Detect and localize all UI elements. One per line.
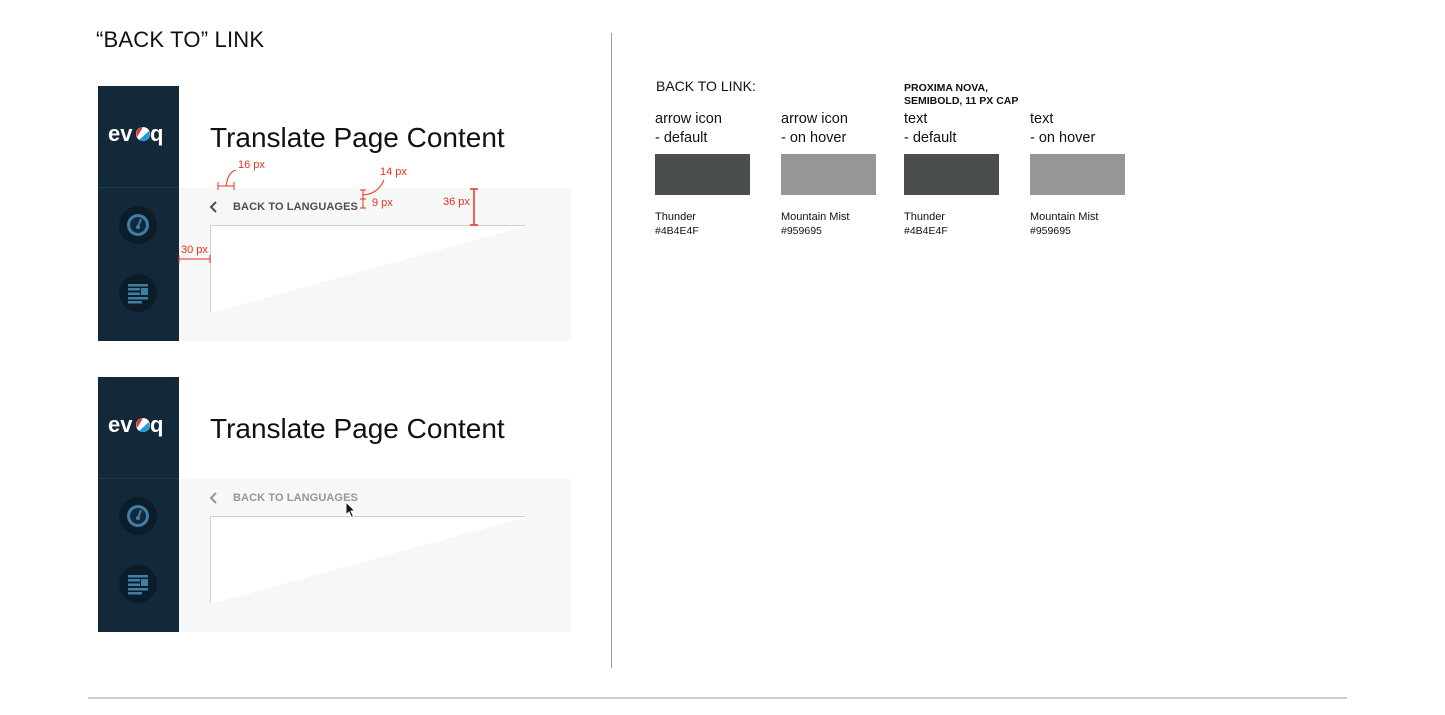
back-link-label: BACK TO LANGUAGES xyxy=(233,201,358,213)
swatch-label-line1: text xyxy=(904,111,928,127)
color-chip xyxy=(1030,154,1125,195)
chevron-left-icon xyxy=(209,492,217,504)
color-name: Mountain Mist xyxy=(781,211,850,223)
svg-text:q: q xyxy=(150,413,163,437)
content-area: BACK TO LANGUAGES xyxy=(179,479,571,632)
page-title: Translate Page Content xyxy=(210,122,505,153)
color-name: Thunder xyxy=(655,211,696,223)
gauge-icon xyxy=(127,505,149,527)
section-title: “BACK TO” LINK xyxy=(96,27,265,52)
swatch-label-line2: - on hover xyxy=(781,130,847,146)
dashboard-button[interactable] xyxy=(119,497,157,535)
page-title: Translate Page Content xyxy=(210,413,505,444)
evoq-logo: ev q xyxy=(108,413,163,437)
annotation-row-height: 36 px xyxy=(443,196,470,208)
annotation-arrow-height: 9 px xyxy=(372,197,393,209)
svg-text:ev: ev xyxy=(108,413,133,437)
color-hex: #4B4E4F xyxy=(904,225,948,237)
swatch-label-line1: text xyxy=(1030,111,1054,127)
sidebar: ev q xyxy=(98,377,179,632)
swatch-label-line2: - default xyxy=(655,130,708,146)
swatch-text-hover: text - on hover Mountain Mist #959695 xyxy=(1030,110,1126,238)
swatch-label-line1: arrow icon xyxy=(655,111,722,127)
font-note-line2: SEMIBOLD, 11 PX CAP xyxy=(904,95,1019,107)
swatch-arrow-default: arrow icon - default Thunder #4B4E4F xyxy=(655,110,751,238)
color-hex: #4B4E4F xyxy=(655,225,699,237)
color-name: Mountain Mist xyxy=(1030,211,1099,223)
color-chip xyxy=(781,154,876,195)
font-note: PROXIMA NOVA, SEMIBOLD, 11 PX CAP xyxy=(904,82,1018,108)
content-list-icon xyxy=(128,575,148,595)
content-list-icon xyxy=(128,284,148,304)
evoq-logo: ev q xyxy=(108,122,163,146)
spec-title: BACK TO LINK: xyxy=(656,78,756,94)
svg-text:ev: ev xyxy=(108,122,133,146)
swatch-text-default: text - default Thunder #4B4E4F xyxy=(904,110,1000,238)
color-chip xyxy=(904,154,999,195)
content-panel xyxy=(210,225,525,312)
back-to-languages-link[interactable]: BACK TO LANGUAGES xyxy=(209,489,358,507)
color-hex: #959695 xyxy=(1030,225,1071,237)
content-area: BACK TO LANGUAGES xyxy=(179,188,571,341)
back-link-label: BACK TO LANGUAGES xyxy=(233,492,358,504)
dashboard-button[interactable] xyxy=(119,206,157,244)
color-chip xyxy=(655,154,750,195)
swatch-label-line2: - default xyxy=(904,130,957,146)
swatch-label-line1: arrow icon xyxy=(781,111,848,127)
color-hex: #959695 xyxy=(781,225,822,237)
annotation-cap-height: 14 px xyxy=(380,166,407,178)
mouse-cursor-icon xyxy=(345,501,357,519)
annotation-left-padding: 16 px xyxy=(238,159,265,171)
content-button[interactable] xyxy=(119,274,157,312)
content-button[interactable] xyxy=(119,565,157,603)
chevron-left-icon xyxy=(209,201,217,213)
color-name: Thunder xyxy=(904,211,945,223)
vertical-divider xyxy=(611,33,612,668)
annotation-panel-offset: 30 px xyxy=(181,244,208,256)
back-to-languages-link[interactable]: BACK TO LANGUAGES xyxy=(209,198,358,216)
logo-area: ev q xyxy=(98,377,179,479)
swatch-label-line2: - on hover xyxy=(1030,130,1096,146)
gauge-icon xyxy=(127,214,149,236)
logo-area: ev q xyxy=(98,86,179,188)
swatch-arrow-hover: arrow icon - on hover Mountain Mist #959… xyxy=(781,110,877,238)
font-note-line1: PROXIMA NOVA, xyxy=(904,82,989,94)
horizontal-divider xyxy=(88,697,1347,699)
mockup-default: ev q Translate Page Content BACK TO LANG… xyxy=(98,86,571,341)
mockup-hover: ev q Translate Page Content BACK TO LANG… xyxy=(98,377,571,632)
content-panel xyxy=(210,516,525,603)
sidebar: ev q xyxy=(98,86,179,341)
svg-text:q: q xyxy=(150,122,163,146)
